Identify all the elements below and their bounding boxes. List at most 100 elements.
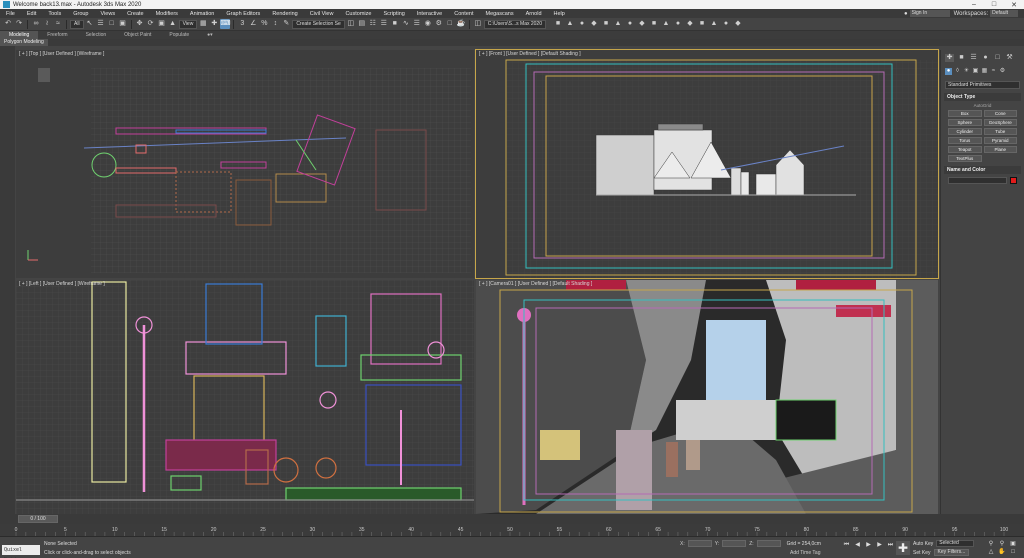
maximize-viewport-icon[interactable]: □ <box>1008 549 1018 556</box>
hierarchy-tab-icon[interactable]: ☰ <box>969 54 978 62</box>
auto-key-button[interactable]: Auto Key <box>913 541 933 547</box>
workspace-selector[interactable]: Workspaces: Default <box>954 10 1024 17</box>
selection-filter-dropdown[interactable]: All <box>70 19 84 29</box>
name-and-color-header[interactable]: Name and Color <box>944 166 1021 174</box>
cameras-icon[interactable]: ▣ <box>972 68 979 75</box>
zoom-all-icon[interactable]: ⚲ <box>997 541 1007 548</box>
pivot-icon[interactable]: ▦ <box>198 19 208 29</box>
unlink-icon[interactable]: ≀ <box>42 19 52 29</box>
menu-rendering[interactable]: Rendering <box>266 11 303 17</box>
object-name-field[interactable] <box>948 177 1007 184</box>
menu-help[interactable]: Help <box>548 11 571 17</box>
rendered-frame-window-icon[interactable]: □ <box>445 19 455 29</box>
x-field[interactable] <box>687 540 712 547</box>
place-icon[interactable]: ▲ <box>168 19 178 29</box>
go-to-start-icon[interactable]: ⏮ <box>842 541 851 549</box>
shelf-tool-13-icon[interactable]: ■ <box>697 19 707 29</box>
material-editor-icon[interactable]: ◉ <box>423 19 433 29</box>
menu-create[interactable]: Create <box>121 11 150 17</box>
shelf-tool-5-icon[interactable]: ■ <box>601 19 611 29</box>
shelf-tool-12-icon[interactable]: ◆ <box>685 19 695 29</box>
select-by-name-icon[interactable]: ☰ <box>96 19 106 29</box>
shelf-tool-11-icon[interactable]: ● <box>673 19 683 29</box>
key-filters-button[interactable]: Key Filters... <box>933 549 970 556</box>
shelf-tool-8-icon[interactable]: ◆ <box>637 19 647 29</box>
zoom-extents-icon[interactable]: ▣ <box>1008 541 1018 548</box>
align-icon[interactable]: ▤ <box>357 19 367 29</box>
cylinder-button[interactable]: Cylinder <box>948 128 982 135</box>
set-key-button[interactable]: Set Key <box>913 550 931 556</box>
viewport-camera-label[interactable]: [ + ] [Camera01 ] [User Defined ] [Defau… <box>479 281 592 287</box>
shelf-tool-15-icon[interactable]: ● <box>721 19 731 29</box>
move-icon[interactable]: ✥ <box>135 19 145 29</box>
toggle-layer-explorer-icon[interactable]: ☰ <box>379 19 389 29</box>
angle-snap-icon[interactable]: ∠ <box>248 19 258 29</box>
redo-icon[interactable]: ↷ <box>14 19 24 29</box>
autogrid-checkbox[interactable]: AutoGrid <box>944 103 1021 108</box>
shelf-tool-10-icon[interactable]: ▲ <box>661 19 671 29</box>
reference-coordinate-dropdown[interactable]: View <box>178 19 198 29</box>
folder-icon[interactable]: ◫ <box>473 19 483 29</box>
ribbon-tab-selection[interactable]: Selection <box>77 32 116 38</box>
viewport-front[interactable]: [ + ] [Front ] [User Defined ] [Default … <box>475 49 939 279</box>
object-type-header[interactable]: Object Type <box>944 93 1021 101</box>
render-setup-icon[interactable]: ⚙ <box>434 19 444 29</box>
ribbon-tab-modeling[interactable]: Modeling <box>0 31 39 39</box>
menu-graph-editors[interactable]: Graph Editors <box>220 11 266 17</box>
viewport-front-label[interactable]: [ + ] [Front ] [User Defined ] [Default … <box>479 51 581 57</box>
menu-content[interactable]: Content <box>448 11 479 17</box>
menu-arnold[interactable]: Arnold <box>520 11 548 17</box>
maximize-button[interactable]: □ <box>984 1 1004 8</box>
viewport-top[interactable]: [ + ] [Top ] [User Defined ] [Wireframe … <box>16 50 474 278</box>
time-slider-thumb[interactable]: 0 / 100 <box>18 515 58 523</box>
link-icon[interactable]: ∞ <box>31 19 41 29</box>
next-frame-icon[interactable]: ▶ <box>875 541 884 549</box>
menu-scripting[interactable]: Scripting <box>377 11 410 17</box>
menu-tools[interactable]: Tools <box>42 11 67 17</box>
snaps-toggle-icon[interactable]: 3 <box>237 19 247 29</box>
rotate-icon[interactable]: ⟳ <box>146 19 156 29</box>
workspace-dropdown[interactable]: Default <box>990 10 1018 17</box>
shelf-tool-14-icon[interactable]: ▲ <box>709 19 719 29</box>
polygon-modeling-button[interactable]: Polygon Modeling <box>0 39 48 46</box>
schematic-view-icon[interactable]: ☰ <box>412 19 422 29</box>
add-time-tag[interactable]: Add Time Tag <box>790 550 820 556</box>
lights-icon[interactable]: ☀ <box>963 68 970 75</box>
bind-spacewarp-icon[interactable]: ≈ <box>53 19 63 29</box>
viewport-left[interactable]: [ + ] [Left ] [User Defined ] [Wireframe… <box>16 280 474 514</box>
helpers-icon[interactable]: ▦ <box>981 68 988 75</box>
menu-customize[interactable]: Customize <box>339 11 377 17</box>
create-tab-icon[interactable]: ✚ <box>945 54 954 62</box>
menu-file[interactable]: File <box>0 11 21 17</box>
y-field[interactable] <box>722 540 747 547</box>
pan-icon[interactable]: ✋ <box>997 549 1007 556</box>
field-of-view-icon[interactable]: △ <box>986 549 996 556</box>
sign-in[interactable]: ● Sign In <box>900 10 954 17</box>
render-production-icon[interactable]: ☕ <box>456 19 466 29</box>
zoom-icon[interactable]: ⚲ <box>986 541 996 548</box>
shelf-tool-3-icon[interactable]: ● <box>577 19 587 29</box>
geometry-icon[interactable]: ● <box>945 68 952 75</box>
torus-button[interactable]: Torus <box>948 137 982 144</box>
previous-frame-icon[interactable]: ◀ <box>853 541 862 549</box>
utilities-tab-icon[interactable]: ⚒ <box>1005 54 1014 62</box>
menu-edit[interactable]: Edit <box>21 11 42 17</box>
motion-tab-icon[interactable]: ● <box>981 54 990 62</box>
pyramid-button[interactable]: Pyramid <box>983 137 1017 144</box>
shelf-tool-4-icon[interactable]: ◆ <box>589 19 599 29</box>
tube-button[interactable]: Tube <box>983 128 1017 135</box>
sphere-button[interactable]: Sphere <box>948 119 982 126</box>
shapes-icon[interactable]: ◊ <box>954 68 961 75</box>
keyboard-shortcut-override-icon[interactable]: ⌨ <box>220 19 230 29</box>
mirror-icon[interactable]: ◫ <box>346 19 356 29</box>
display-tab-icon[interactable]: □ <box>993 54 1002 62</box>
ribbon-tab-populate[interactable]: Populate <box>160 32 198 38</box>
scale-icon[interactable]: ▣ <box>157 19 167 29</box>
go-to-end-icon[interactable]: ⏭ <box>886 541 895 549</box>
toggle-scene-explorer-icon[interactable]: ☷ <box>368 19 378 29</box>
viewport-left-label[interactable]: [ + ] [Left ] [User Defined ] [Wireframe… <box>19 281 105 287</box>
box-button[interactable]: Box <box>948 110 982 117</box>
curve-editor-icon[interactable]: ∿ <box>401 19 411 29</box>
menu-modifiers[interactable]: Modifiers <box>150 11 184 17</box>
menu-group[interactable]: Group <box>67 11 94 17</box>
